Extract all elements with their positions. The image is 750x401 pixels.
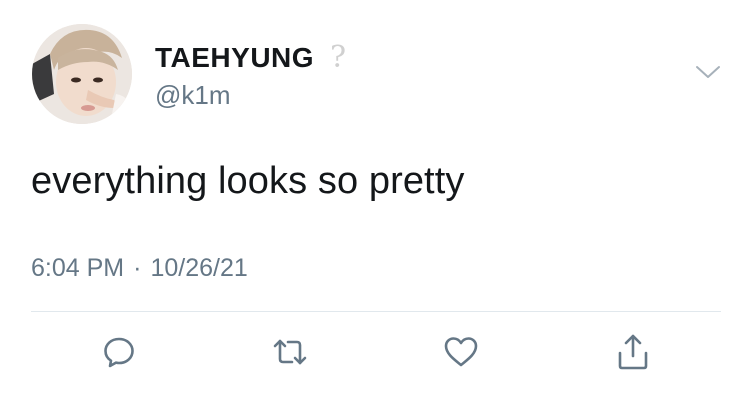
- tweet-text: everything looks so pretty: [31, 160, 465, 202]
- avatar-image: [32, 24, 132, 124]
- display-name[interactable]: TAEHYUNG: [155, 42, 314, 74]
- tweet-timestamp[interactable]: 6:04 PM · 10/26/21: [31, 254, 248, 283]
- tweet-date: 10/26/21: [150, 254, 248, 282]
- name-row: TAEHYUNG ?: [155, 42, 346, 74]
- heart-icon: [444, 337, 478, 367]
- action-bar: [0, 330, 750, 380]
- divider: [31, 311, 721, 312]
- timestamp-separator: ·: [133, 254, 142, 282]
- retweet-icon: [273, 339, 307, 365]
- chevron-down-icon[interactable]: [694, 62, 722, 82]
- user-handle[interactable]: @k1m: [155, 80, 231, 111]
- question-mark-icon: ?: [330, 40, 347, 75]
- reply-button[interactable]: [97, 330, 141, 374]
- retweet-button[interactable]: [268, 330, 312, 374]
- like-button[interactable]: [439, 330, 483, 374]
- share-button[interactable]: [611, 330, 655, 374]
- share-icon: [618, 334, 648, 370]
- tweet-card: TAEHYUNG ? @k1m everything looks so pret…: [0, 0, 750, 401]
- reply-bubble-icon: [104, 337, 134, 368]
- avatar[interactable]: [32, 24, 132, 124]
- tweet-time: 6:04 PM: [31, 254, 125, 282]
